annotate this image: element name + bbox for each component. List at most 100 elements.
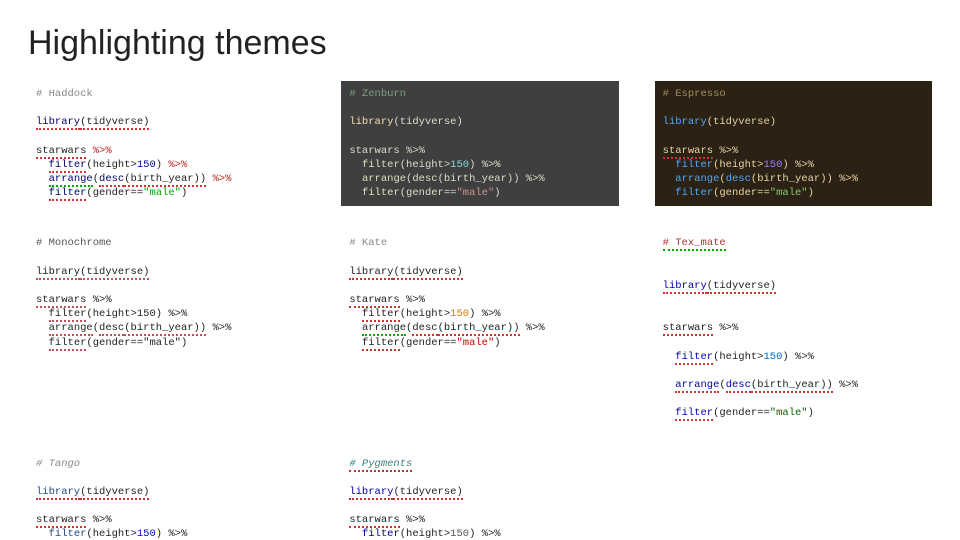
str: "male" [456,187,494,199]
close: ) [181,337,187,349]
arg: (height> [86,159,136,171]
num: 150 [764,159,783,171]
num: 150 [450,528,469,540]
filter-fn: filter [49,187,87,201]
birth: (birth_year)) [438,322,520,336]
arrange-fn: arrange [362,173,406,185]
num: 150 [450,308,469,320]
num: 150 [137,159,156,171]
lib-arg: (tidyverse) [707,280,776,294]
lib-call: library [349,116,393,128]
desc-fn: desc [99,173,124,187]
lib-arg: (tidyverse) [393,486,462,500]
code-zenburn: # Zenburn library(tidyverse) starwars %>… [341,81,618,206]
comment: # Tango [36,458,80,470]
comment: # Espresso [663,88,726,100]
pipe: %>% [713,145,738,157]
code-espresso: # Espresso library(tidyverse) starwars %… [655,81,932,206]
pipe: %>% [520,322,545,334]
pipe: %>% [162,308,187,320]
birth: (birth_year)) [438,173,520,185]
lib-arg: (tidyverse) [80,486,149,500]
obj: starwars [36,145,86,159]
pipe: %>% [400,514,425,526]
close: ) [494,187,500,199]
comment: # Kate [349,237,387,249]
pipe: %>% [475,528,500,540]
lib-call: library [349,266,393,280]
str: "male" [456,337,494,349]
str: "male" [143,337,181,349]
comment: # Monochrome [36,237,112,249]
arrange-fn: arrange [675,173,719,185]
arg: (gender== [713,407,770,419]
lib-call: library [36,486,80,500]
filter-fn: filter [362,337,400,351]
comment: # Tex_mate [663,237,726,251]
pipe: %>% [789,159,814,171]
desc-fn: desc [412,322,437,336]
lib-arg: (tidyverse) [707,116,776,128]
obj: starwars [663,322,713,336]
code-haddock: # Haddock library(tidyverse) starwars %>… [28,81,305,206]
lib-arg: (tidyverse) [80,116,149,130]
comment: # Zenburn [349,88,406,100]
comment: # Haddock [36,88,93,100]
pipe: %>% [400,294,425,306]
desc-fn: desc [99,322,124,336]
lib-arg: (tidyverse) [80,266,149,280]
arrange-fn: arrange [49,322,93,336]
birth: (birth_year)) [751,379,833,393]
arg: (height> [400,159,450,171]
close: ) [808,187,814,199]
filter-fn: filter [49,159,87,173]
obj: starwars [36,514,86,528]
obj: starwars [36,294,86,308]
arg: (height> [400,308,450,320]
filter-fn: filter [362,187,400,199]
pipe: %>% [206,173,231,185]
birth: (birth_year)) [124,322,206,336]
str: "male" [770,187,808,199]
num: 150 [137,528,156,540]
arg: (gender== [400,187,457,199]
pipe: %>% [162,159,187,171]
arrange-fn: arrange [675,379,719,393]
arg: (gender== [86,187,143,199]
pipe: %>% [475,159,500,171]
filter-fn: filter [362,308,400,322]
page-title: Highlighting themes [28,24,932,63]
num: 150 [450,159,469,171]
close: ) [808,407,814,419]
arg: (gender== [713,187,770,199]
filter-fn: filter [49,308,87,322]
pipe: %>% [520,173,545,185]
str: "male" [143,187,181,199]
pipe: %>% [475,308,500,320]
open: ( [719,379,725,391]
filter-fn: filter [675,351,713,365]
pipe: %>% [833,173,858,185]
num: 150 [137,308,156,320]
pipe: %>% [86,145,111,157]
pipe: %>% [86,514,111,526]
obj: starwars [349,145,399,157]
arg: (height> [86,528,136,540]
filter-fn: filter [675,187,713,199]
arg: (height> [713,159,763,171]
arrange-fn: arrange [362,322,406,336]
num: 150 [764,351,783,363]
desc-fn: desc [726,379,751,393]
obj: starwars [349,294,399,308]
pipe: %>% [789,351,814,363]
arrange-fn: arrange [49,173,93,187]
themes-grid: # Haddock library(tidyverse) starwars %>… [28,81,932,540]
pipe: %>% [86,294,111,306]
comment: # Pygments [349,458,412,472]
lib-arg: (tidyverse) [393,266,462,280]
filter-fn: filter [49,528,87,540]
lib-call: library [36,116,80,130]
code-pygments: # Pygments library(tidyverse) starwars %… [341,451,618,540]
obj: starwars [349,514,399,528]
filter-fn: filter [362,528,400,540]
